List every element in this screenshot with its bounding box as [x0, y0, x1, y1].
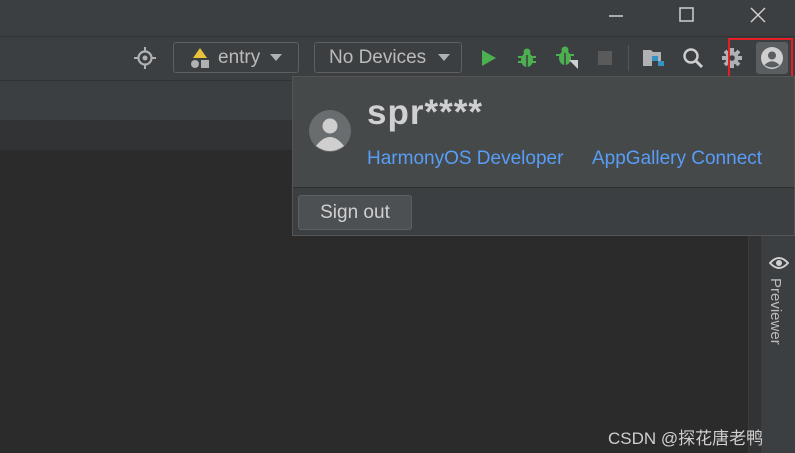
account-popup: spr**** HarmonyOS Developer AppGallery C… [292, 76, 795, 236]
debug-button[interactable] [514, 45, 540, 71]
stop-icon [598, 51, 612, 65]
project-structure-icon [643, 50, 664, 66]
account-info-panel: spr**** HarmonyOS Developer AppGallery C… [293, 77, 794, 188]
attach-debugger-icon [556, 46, 578, 69]
previewer-tab[interactable]: Previewer [767, 278, 784, 345]
right-tool-strip: Previewer [760, 236, 795, 453]
target-icon [134, 47, 156, 69]
minimize-button[interactable] [593, 0, 639, 30]
module-dropdown[interactable]: entry [173, 42, 299, 73]
run-icon [482, 50, 496, 66]
user-icon [316, 118, 344, 151]
minimize-icon [609, 15, 623, 17]
appgallery-connect-link[interactable]: AppGallery Connect [592, 148, 762, 170]
project-structure-button[interactable] [641, 45, 667, 71]
device-dropdown-value: No Devices [329, 46, 427, 68]
debug-icon [518, 48, 536, 67]
run-button[interactable] [476, 45, 502, 71]
avatar [309, 110, 351, 152]
username: spr**** [367, 93, 483, 132]
attach-debugger-button[interactable] [554, 45, 580, 71]
stop-button[interactable] [592, 45, 618, 71]
eye-icon [769, 257, 789, 269]
module-dropdown-value: entry [218, 46, 261, 68]
close-icon [750, 7, 766, 23]
device-dropdown[interactable]: No Devices [314, 42, 462, 73]
sign-out-button[interactable]: Sign out [298, 195, 412, 230]
search-icon [683, 48, 704, 69]
watermark: CSDN @探花唐老鸭 [608, 429, 764, 448]
chevron-down-icon [438, 54, 451, 61]
title-bar [0, 0, 795, 36]
harmonyos-developer-link[interactable]: HarmonyOS Developer [367, 148, 563, 170]
main-toolbar: entry No Devices [0, 36, 795, 80]
toolbar-separator [628, 45, 629, 71]
search-button[interactable] [680, 45, 706, 71]
module-icon [191, 47, 209, 68]
close-button[interactable] [735, 0, 781, 30]
chevron-down-icon [270, 54, 283, 61]
editor-header [0, 120, 300, 150]
target-button[interactable] [132, 45, 158, 71]
maximize-icon [679, 7, 694, 22]
maximize-button[interactable] [664, 0, 710, 30]
